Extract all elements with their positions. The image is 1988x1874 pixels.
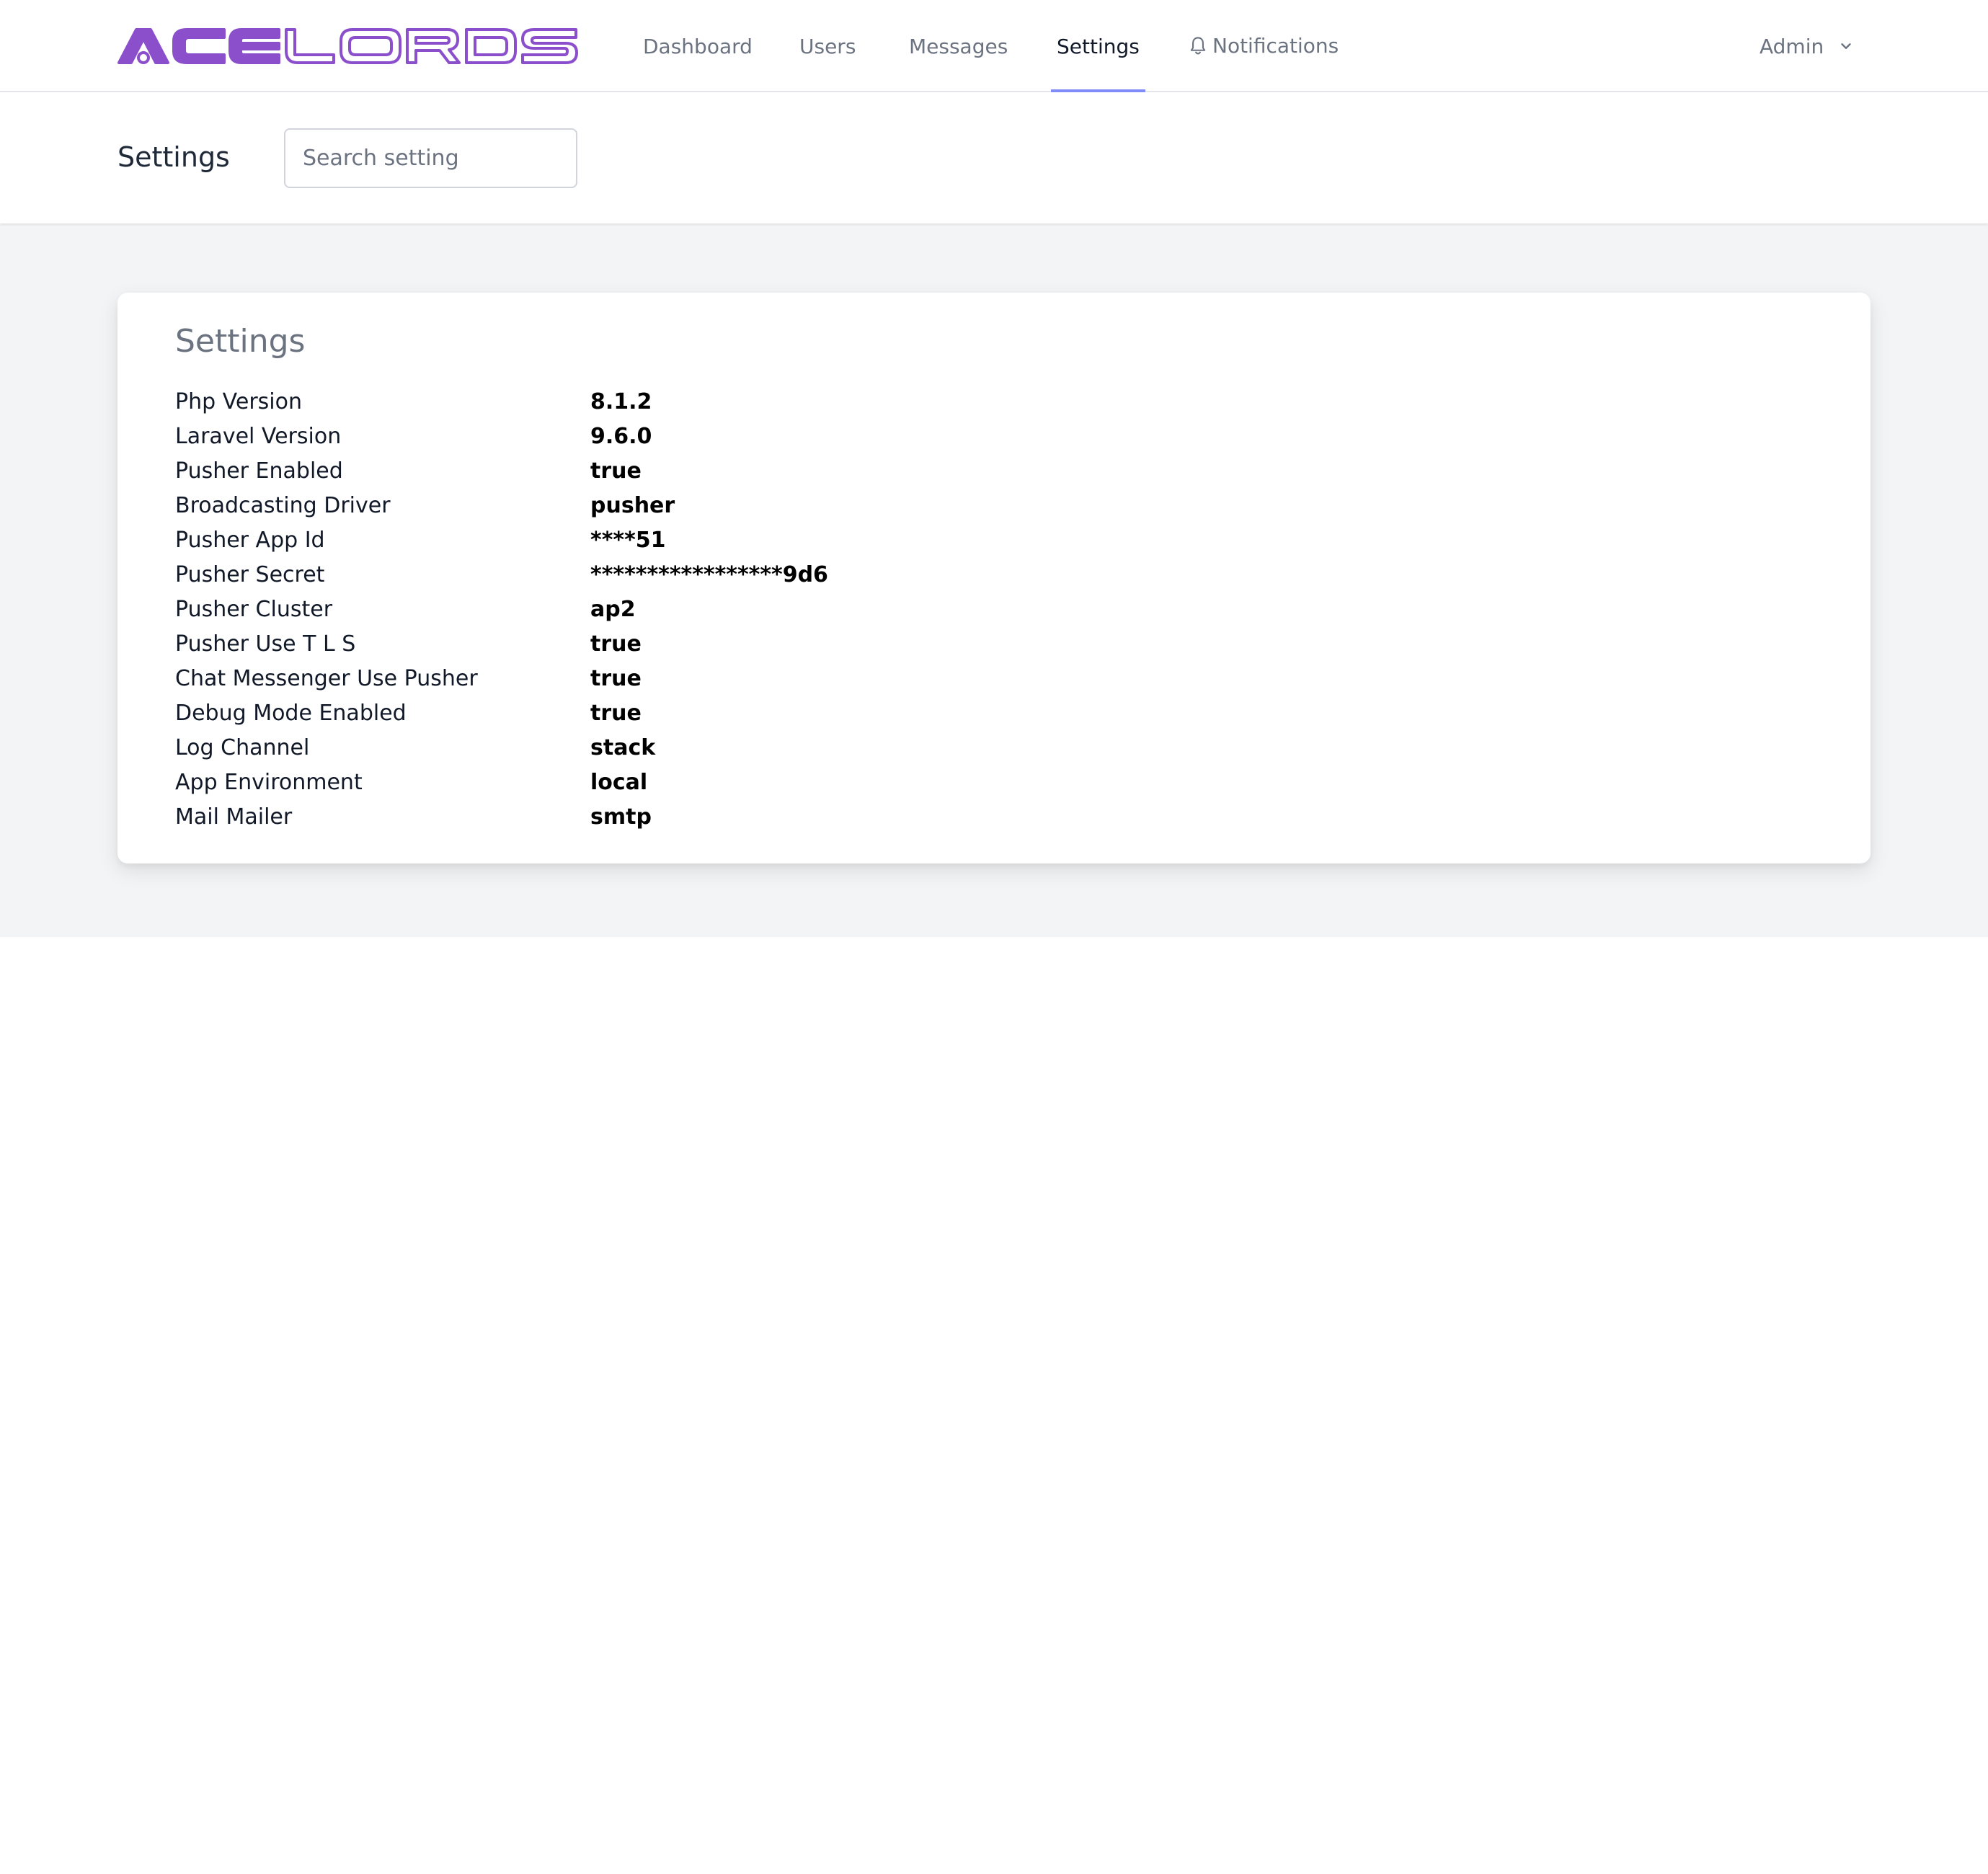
settings-row: Pusher Use T L S true — [175, 627, 828, 662]
notifications-label: Notifications — [1212, 34, 1339, 58]
page-header: Settings — [0, 92, 1988, 223]
setting-key: Laravel Version — [175, 424, 342, 449]
setting-key: Pusher Secret — [175, 562, 325, 587]
search-setting-input[interactable] — [284, 128, 577, 188]
user-name: Admin — [1760, 34, 1824, 58]
setting-value: local — [590, 770, 648, 795]
settings-row: Laravel Version 9.6.0 — [175, 419, 828, 454]
setting-key: Pusher Enabled — [175, 458, 343, 484]
settings-row: Chat Messenger Use Pusher true — [175, 662, 828, 696]
setting-key: Log Channel — [175, 735, 310, 760]
settings-row: Debug Mode Enabled true — [175, 696, 828, 731]
page-title: Settings — [117, 141, 230, 173]
user-menu-dropdown[interactable]: Admin — [1760, 0, 1854, 92]
settings-row: Pusher App Id ****51 — [175, 523, 828, 558]
setting-value: true — [590, 666, 642, 691]
settings-row: Php Version 8.1.2 — [175, 385, 828, 419]
setting-value: pusher — [590, 493, 675, 518]
setting-value: true — [590, 631, 642, 657]
nav-link-dashboard[interactable]: Dashboard — [643, 0, 753, 92]
settings-card: Settings Php Version 8.1.2 Laravel Versio… — [117, 293, 1871, 863]
setting-value: stack — [590, 735, 656, 760]
settings-row: Mail Mailer smtp — [175, 800, 828, 835]
nav-link-settings[interactable]: Settings — [1051, 0, 1145, 92]
setting-value: 9.6.0 — [590, 424, 652, 449]
chevron-down-icon — [1841, 43, 1851, 49]
setting-value: ****51 — [590, 528, 666, 553]
setting-key: Broadcasting Driver — [175, 493, 391, 518]
main-content: Settings Php Version 8.1.2 Laravel Versio… — [0, 223, 1988, 937]
nav-link-users[interactable]: Users — [799, 0, 856, 92]
setting-key: Pusher Use T L S — [175, 631, 356, 657]
setting-key: Mail Mailer — [175, 804, 293, 830]
settings-row: Pusher Enabled true — [175, 454, 828, 489]
setting-key: Pusher Cluster — [175, 597, 333, 622]
setting-value: 8.1.2 — [590, 389, 652, 414]
settings-row: Broadcasting Driver pusher — [175, 489, 828, 523]
settings-table: Php Version 8.1.2 Laravel Version 9.6.0 Pu… — [175, 385, 828, 835]
setting-key: Php Version — [175, 389, 303, 414]
settings-row: Pusher Secret *****************9d6 — [175, 558, 828, 592]
nav-link-notifications[interactable]: Notifications — [1188, 0, 1339, 92]
setting-key: Pusher App Id — [175, 528, 325, 553]
card-title: Settings — [175, 323, 306, 360]
acelords-logo[interactable] — [117, 26, 579, 66]
setting-key: App Environment — [175, 770, 363, 795]
setting-value: *****************9d6 — [590, 562, 828, 587]
bell-icon — [1190, 37, 1206, 55]
settings-row: Log Channel stack — [175, 731, 828, 765]
top-navbar: Dashboard Users Messages Settings Notifi… — [0, 0, 1988, 92]
logo-wordmark — [117, 28, 578, 64]
setting-key: Chat Messenger Use Pusher — [175, 666, 478, 691]
nav-link-messages[interactable]: Messages — [909, 0, 1008, 92]
setting-value: ap2 — [590, 597, 636, 622]
settings-row: App Environment local — [175, 765, 828, 800]
setting-value: smtp — [590, 804, 652, 830]
setting-key: Debug Mode Enabled — [175, 701, 407, 726]
setting-value: true — [590, 458, 642, 484]
setting-value: true — [590, 701, 642, 726]
settings-row: Pusher Cluster ap2 — [175, 592, 828, 627]
